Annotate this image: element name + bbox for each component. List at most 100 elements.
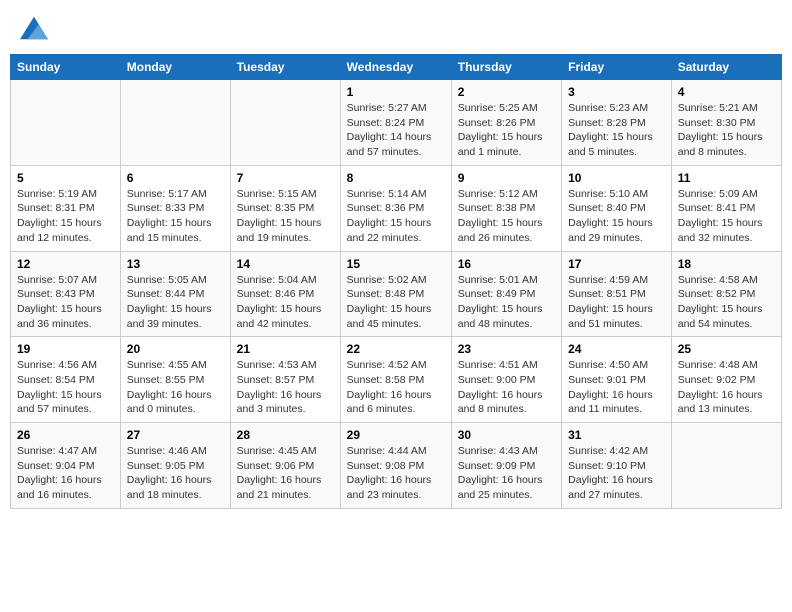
day-number: 4 — [678, 85, 775, 99]
day-info: Sunrise: 5:14 AM Sunset: 8:36 PM Dayligh… — [347, 187, 445, 246]
calendar-week-4: 19Sunrise: 4:56 AM Sunset: 8:54 PM Dayli… — [11, 337, 782, 423]
day-info: Sunrise: 4:55 AM Sunset: 8:55 PM Dayligh… — [127, 358, 224, 417]
calendar-cell: 5 Sunrise: 5:19 AM Sunset: 8:31 PM Daylig… — [11, 165, 121, 251]
day-number: 6 — [127, 171, 224, 185]
page-header — [10, 10, 782, 46]
day-number: 12 — [17, 257, 114, 271]
day-info: Sunrise: 4:42 AM Sunset: 9:10 PM Dayligh… — [568, 444, 665, 503]
day-info: Sunrise: 4:59 AM Sunset: 8:51 PM Dayligh… — [568, 273, 665, 332]
calendar-cell: 31Sunrise: 4:42 AM Sunset: 9:10 PM Dayli… — [562, 423, 672, 509]
calendar-cell: 27 Sunrise: 4:46 AM Sunset: 9:05 PM Dayli… — [120, 423, 230, 509]
calendar-cell: 16 Sunrise: 5:01 AM Sunset: 8:49 PM Dayli… — [451, 251, 561, 337]
calendar-cell: 23 Sunrise: 4:51 AM Sunset: 9:00 PM Dayli… — [451, 337, 561, 423]
day-number: 2 — [458, 85, 555, 99]
calendar-cell: 3 Sunrise: 5:23 AM Sunset: 8:28 PM Daylig… — [562, 80, 672, 166]
calendar-cell: 8 Sunrise: 5:14 AM Sunset: 8:36 PM Daylig… — [340, 165, 451, 251]
day-info: Sunrise: 4:46 AM Sunset: 9:05 PM Dayligh… — [127, 444, 224, 503]
day-info: Sunrise: 4:43 AM Sunset: 9:09 PM Dayligh… — [458, 444, 555, 503]
day-number: 14 — [237, 257, 334, 271]
calendar-cell: 18 Sunrise: 4:58 AM Sunset: 8:52 PM Dayli… — [671, 251, 781, 337]
day-info: Sunrise: 5:01 AM Sunset: 8:49 PM Dayligh… — [458, 273, 555, 332]
day-number: 26 — [17, 428, 114, 442]
calendar-cell: 14 Sunrise: 5:04 AM Sunset: 8:46 PM Dayli… — [230, 251, 340, 337]
day-info: Sunrise: 5:15 AM Sunset: 8:35 PM Dayligh… — [237, 187, 334, 246]
weekday-header-sunday: Sunday — [11, 55, 121, 80]
calendar-cell — [120, 80, 230, 166]
calendar-cell: 15Sunrise: 5:02 AM Sunset: 8:48 PM Dayli… — [340, 251, 451, 337]
calendar-cell — [671, 423, 781, 509]
day-number: 27 — [127, 428, 224, 442]
day-number: 28 — [237, 428, 334, 442]
day-info: Sunrise: 5:17 AM Sunset: 8:33 PM Dayligh… — [127, 187, 224, 246]
calendar-cell: 19Sunrise: 4:56 AM Sunset: 8:54 PM Dayli… — [11, 337, 121, 423]
calendar-cell: 25Sunrise: 4:48 AM Sunset: 9:02 PM Dayli… — [671, 337, 781, 423]
day-number: 21 — [237, 342, 334, 356]
day-info: Sunrise: 5:23 AM Sunset: 8:28 PM Dayligh… — [568, 101, 665, 160]
calendar-cell: 22 Sunrise: 4:52 AM Sunset: 8:58 PM Dayli… — [340, 337, 451, 423]
day-number: 29 — [347, 428, 445, 442]
day-number: 17 — [568, 257, 665, 271]
logo — [18, 14, 48, 42]
calendar-cell: 30 Sunrise: 4:43 AM Sunset: 9:09 PM Dayli… — [451, 423, 561, 509]
calendar-cell: 13 Sunrise: 5:05 AM Sunset: 8:44 PM Dayli… — [120, 251, 230, 337]
day-info: Sunrise: 4:50 AM Sunset: 9:01 PM Dayligh… — [568, 358, 665, 417]
day-info: Sunrise: 4:47 AM Sunset: 9:04 PM Dayligh… — [17, 444, 114, 503]
calendar-cell: 21 Sunrise: 4:53 AM Sunset: 8:57 PM Dayli… — [230, 337, 340, 423]
weekday-header-saturday: Saturday — [671, 55, 781, 80]
calendar-cell — [230, 80, 340, 166]
day-info: Sunrise: 5:19 AM Sunset: 8:31 PM Dayligh… — [17, 187, 114, 246]
calendar-cell: 20 Sunrise: 4:55 AM Sunset: 8:55 PM Dayli… — [120, 337, 230, 423]
day-info: Sunrise: 5:04 AM Sunset: 8:46 PM Dayligh… — [237, 273, 334, 332]
weekday-header-monday: Monday — [120, 55, 230, 80]
calendar-cell: 10 Sunrise: 5:10 AM Sunset: 8:40 PM Dayli… — [562, 165, 672, 251]
day-number: 5 — [17, 171, 114, 185]
weekday-header-thursday: Thursday — [451, 55, 561, 80]
logo-icon — [20, 14, 48, 42]
day-info: Sunrise: 5:10 AM Sunset: 8:40 PM Dayligh… — [568, 187, 665, 246]
day-info: Sunrise: 5:12 AM Sunset: 8:38 PM Dayligh… — [458, 187, 555, 246]
day-number: 20 — [127, 342, 224, 356]
day-info: Sunrise: 4:44 AM Sunset: 9:08 PM Dayligh… — [347, 444, 445, 503]
calendar-cell — [11, 80, 121, 166]
day-number: 24 — [568, 342, 665, 356]
day-info: Sunrise: 5:21 AM Sunset: 8:30 PM Dayligh… — [678, 101, 775, 160]
day-number: 25 — [678, 342, 775, 356]
day-number: 16 — [458, 257, 555, 271]
calendar-cell: 1 Sunrise: 5:27 AM Sunset: 8:24 PM Daylig… — [340, 80, 451, 166]
calendar-cell: 17 Sunrise: 4:59 AM Sunset: 8:51 PM Dayli… — [562, 251, 672, 337]
day-info: Sunrise: 4:58 AM Sunset: 8:52 PM Dayligh… — [678, 273, 775, 332]
day-info: Sunrise: 5:27 AM Sunset: 8:24 PM Dayligh… — [347, 101, 445, 160]
day-number: 8 — [347, 171, 445, 185]
day-info: Sunrise: 4:51 AM Sunset: 9:00 PM Dayligh… — [458, 358, 555, 417]
weekday-header-wednesday: Wednesday — [340, 55, 451, 80]
weekday-header-friday: Friday — [562, 55, 672, 80]
day-number: 3 — [568, 85, 665, 99]
calendar-week-5: 26 Sunrise: 4:47 AM Sunset: 9:04 PM Dayli… — [11, 423, 782, 509]
calendar-week-1: 1 Sunrise: 5:27 AM Sunset: 8:24 PM Daylig… — [11, 80, 782, 166]
day-info: Sunrise: 5:05 AM Sunset: 8:44 PM Dayligh… — [127, 273, 224, 332]
day-number: 13 — [127, 257, 224, 271]
calendar-table: SundayMondayTuesdayWednesdayThursdayFrid… — [10, 54, 782, 509]
day-number: 10 — [568, 171, 665, 185]
logo-text — [18, 14, 48, 42]
calendar-cell: 26 Sunrise: 4:47 AM Sunset: 9:04 PM Dayli… — [11, 423, 121, 509]
day-info: Sunrise: 4:53 AM Sunset: 8:57 PM Dayligh… — [237, 358, 334, 417]
day-info: Sunrise: 5:09 AM Sunset: 8:41 PM Dayligh… — [678, 187, 775, 246]
calendar-cell: 11Sunrise: 5:09 AM Sunset: 8:41 PM Dayli… — [671, 165, 781, 251]
calendar-cell: 2 Sunrise: 5:25 AM Sunset: 8:26 PM Daylig… — [451, 80, 561, 166]
calendar-cell: 9Sunrise: 5:12 AM Sunset: 8:38 PM Daylig… — [451, 165, 561, 251]
day-info: Sunrise: 5:25 AM Sunset: 8:26 PM Dayligh… — [458, 101, 555, 160]
calendar-week-3: 12Sunrise: 5:07 AM Sunset: 8:43 PM Dayli… — [11, 251, 782, 337]
day-number: 30 — [458, 428, 555, 442]
day-info: Sunrise: 4:52 AM Sunset: 8:58 PM Dayligh… — [347, 358, 445, 417]
day-number: 22 — [347, 342, 445, 356]
calendar-cell: 28 Sunrise: 4:45 AM Sunset: 9:06 PM Dayli… — [230, 423, 340, 509]
day-number: 18 — [678, 257, 775, 271]
calendar-cell: 24 Sunrise: 4:50 AM Sunset: 9:01 PM Dayli… — [562, 337, 672, 423]
day-number: 7 — [237, 171, 334, 185]
calendar-week-2: 5 Sunrise: 5:19 AM Sunset: 8:31 PM Daylig… — [11, 165, 782, 251]
day-info: Sunrise: 4:45 AM Sunset: 9:06 PM Dayligh… — [237, 444, 334, 503]
day-number: 23 — [458, 342, 555, 356]
calendar-cell: 29 Sunrise: 4:44 AM Sunset: 9:08 PM Dayli… — [340, 423, 451, 509]
day-number: 1 — [347, 85, 445, 99]
